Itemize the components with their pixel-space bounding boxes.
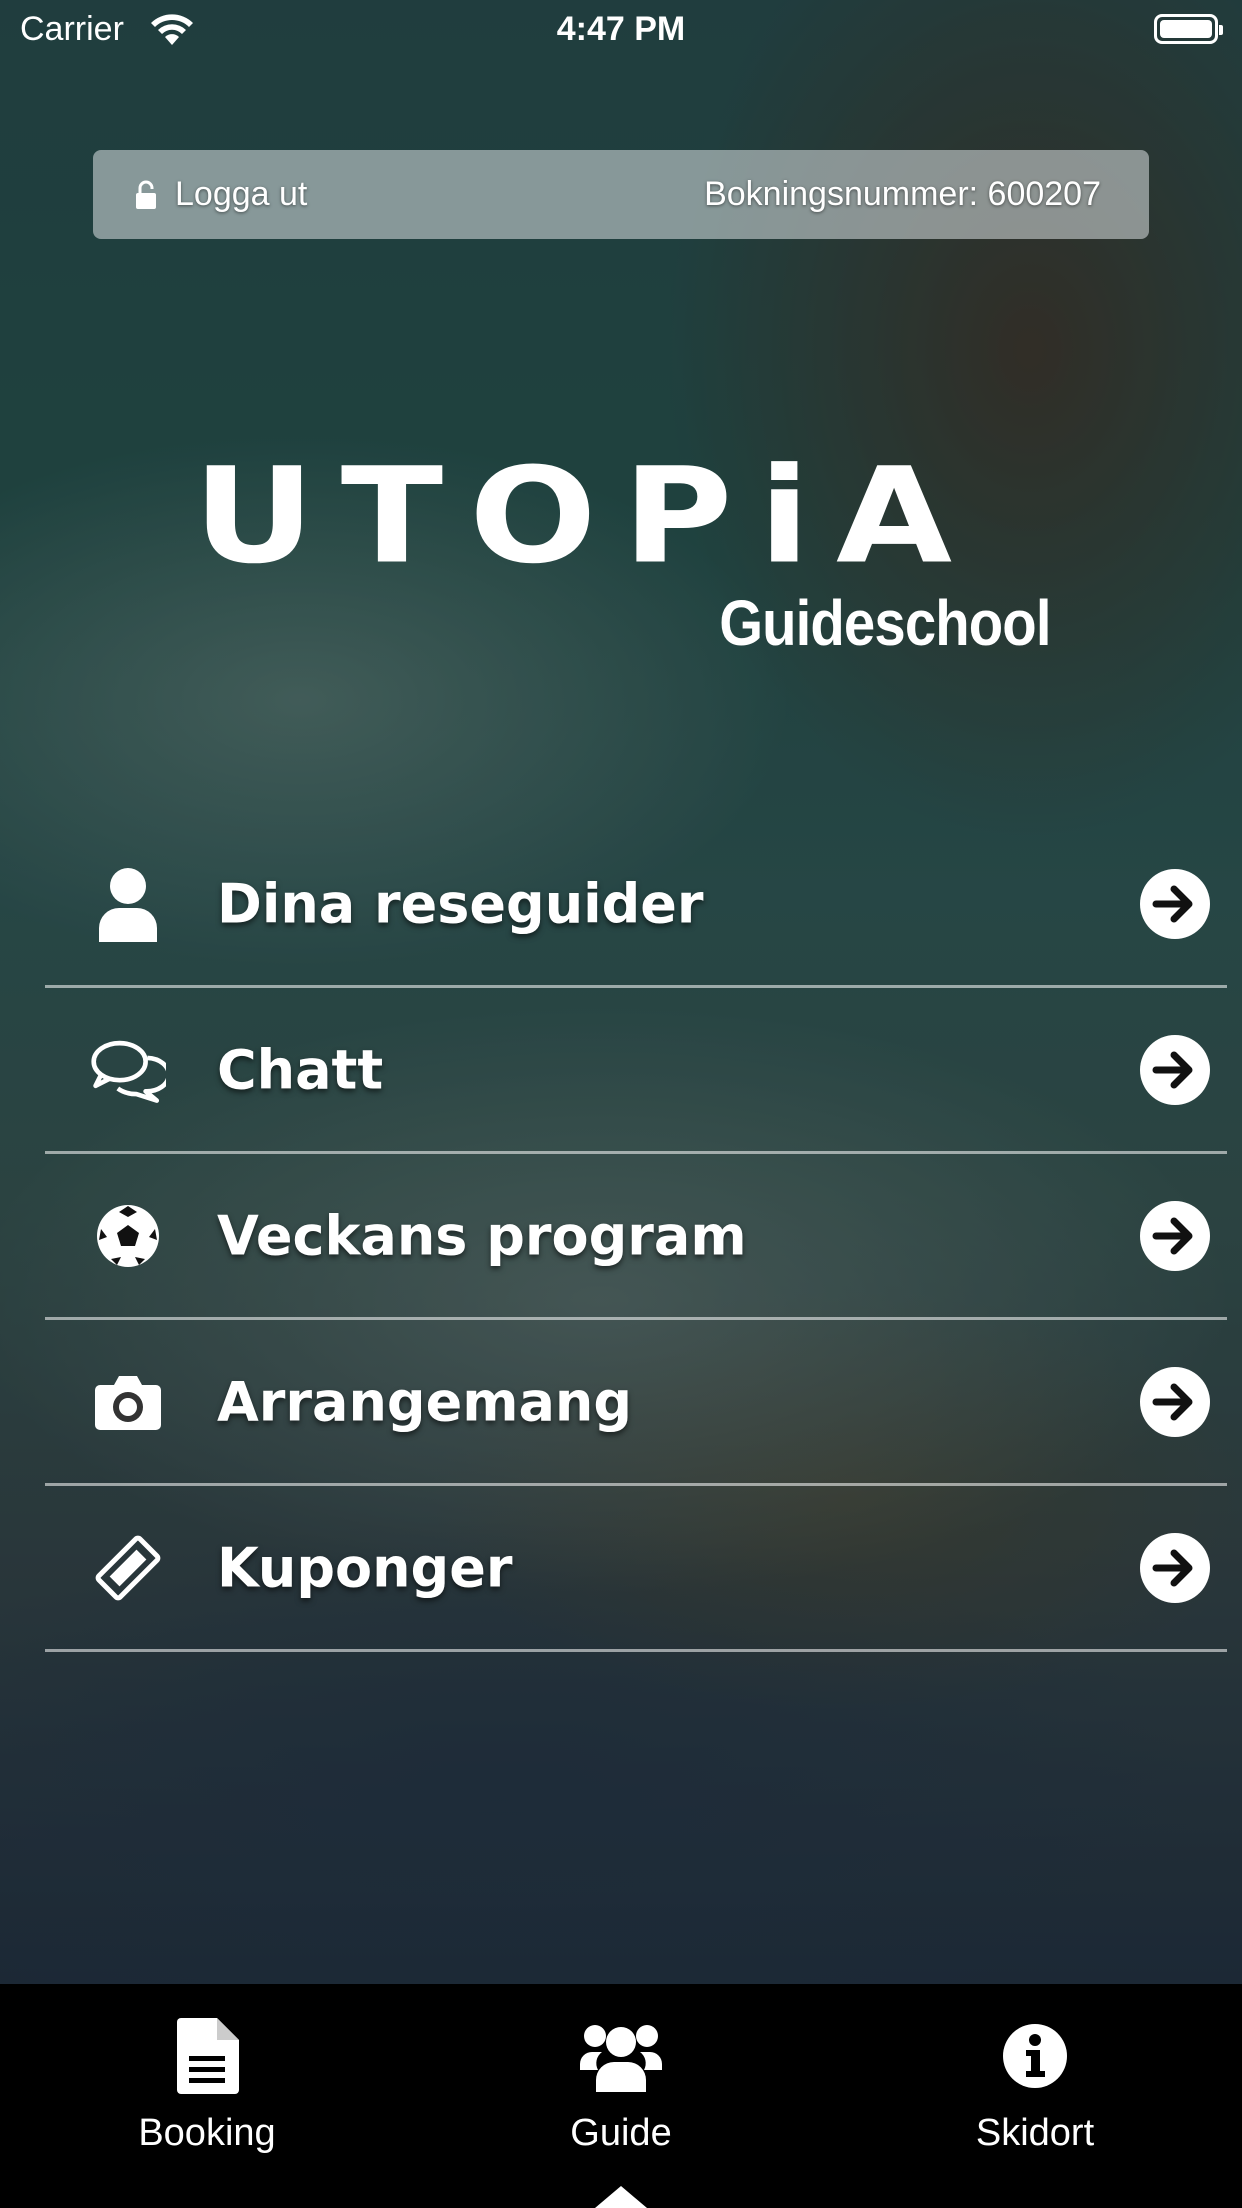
tab-skidort[interactable]: Skidort	[828, 1984, 1242, 2208]
chat-bubbles-icon	[90, 1032, 166, 1108]
menu-item-label: Chatt	[217, 1038, 384, 1101]
tab-booking[interactable]: Booking	[0, 1984, 414, 2208]
tab-label: Guide	[570, 2112, 672, 2154]
info-icon	[990, 2014, 1080, 2098]
arrow-right-circle-icon	[1140, 868, 1210, 939]
soccer-ball-icon	[90, 1198, 166, 1274]
menu-item-label: Arrangemang	[217, 1370, 633, 1433]
menu-item-chatt[interactable]: Chatt	[45, 988, 1227, 1154]
logo-word: UTOPiA	[193, 440, 979, 594]
tab-guide[interactable]: Guide	[414, 1984, 828, 2208]
menu-item-arrangemang[interactable]: Arrangemang	[45, 1320, 1227, 1486]
camera-icon	[90, 1364, 166, 1440]
status-bar: Carrier 4:47 PM	[0, 0, 1242, 62]
menu-item-label: Kuponger	[217, 1536, 513, 1599]
active-tab-indicator	[595, 2186, 647, 2208]
logout-label: Logga ut	[175, 175, 308, 213]
battery-icon	[1154, 14, 1223, 44]
main-menu: Dina reseguider Chatt Veckans program Ar…	[45, 822, 1227, 1652]
menu-item-label: Dina reseguider	[217, 872, 704, 935]
clock: 4:47 PM	[556, 10, 686, 48]
arrow-right-circle-icon	[1140, 1532, 1210, 1603]
unlock-icon	[136, 180, 156, 209]
users-icon	[576, 2014, 666, 2098]
menu-item-kuponger[interactable]: Kuponger	[45, 1486, 1227, 1652]
tab-label: Skidort	[975, 2112, 1095, 2154]
arrow-right-circle-icon	[1140, 1200, 1210, 1271]
ticket-icon	[90, 1530, 166, 1606]
utopia-guideschool-logo: UTOPiA Guideschool	[193, 440, 1052, 659]
person-icon	[90, 866, 166, 942]
logout-button[interactable]: Logga ut	[135, 150, 307, 239]
arrow-right-circle-icon	[1140, 1366, 1210, 1437]
document-icon	[162, 2014, 252, 2098]
tab-bar: Booking Guide Skidort	[0, 1984, 1242, 2208]
logo-subtitle: Guideschool	[719, 587, 1052, 659]
booking-number: Bokningsnummer: 600207	[704, 175, 1101, 213]
menu-item-label: Veckans program	[217, 1204, 747, 1267]
account-bar: Logga ut Bokningsnummer: 600207	[93, 150, 1149, 239]
arrow-right-circle-icon	[1140, 1034, 1210, 1105]
tab-label: Booking	[138, 2112, 276, 2154]
menu-item-veckans-program[interactable]: Veckans program	[45, 1154, 1227, 1320]
menu-item-dina-reseguider[interactable]: Dina reseguider	[45, 822, 1227, 988]
